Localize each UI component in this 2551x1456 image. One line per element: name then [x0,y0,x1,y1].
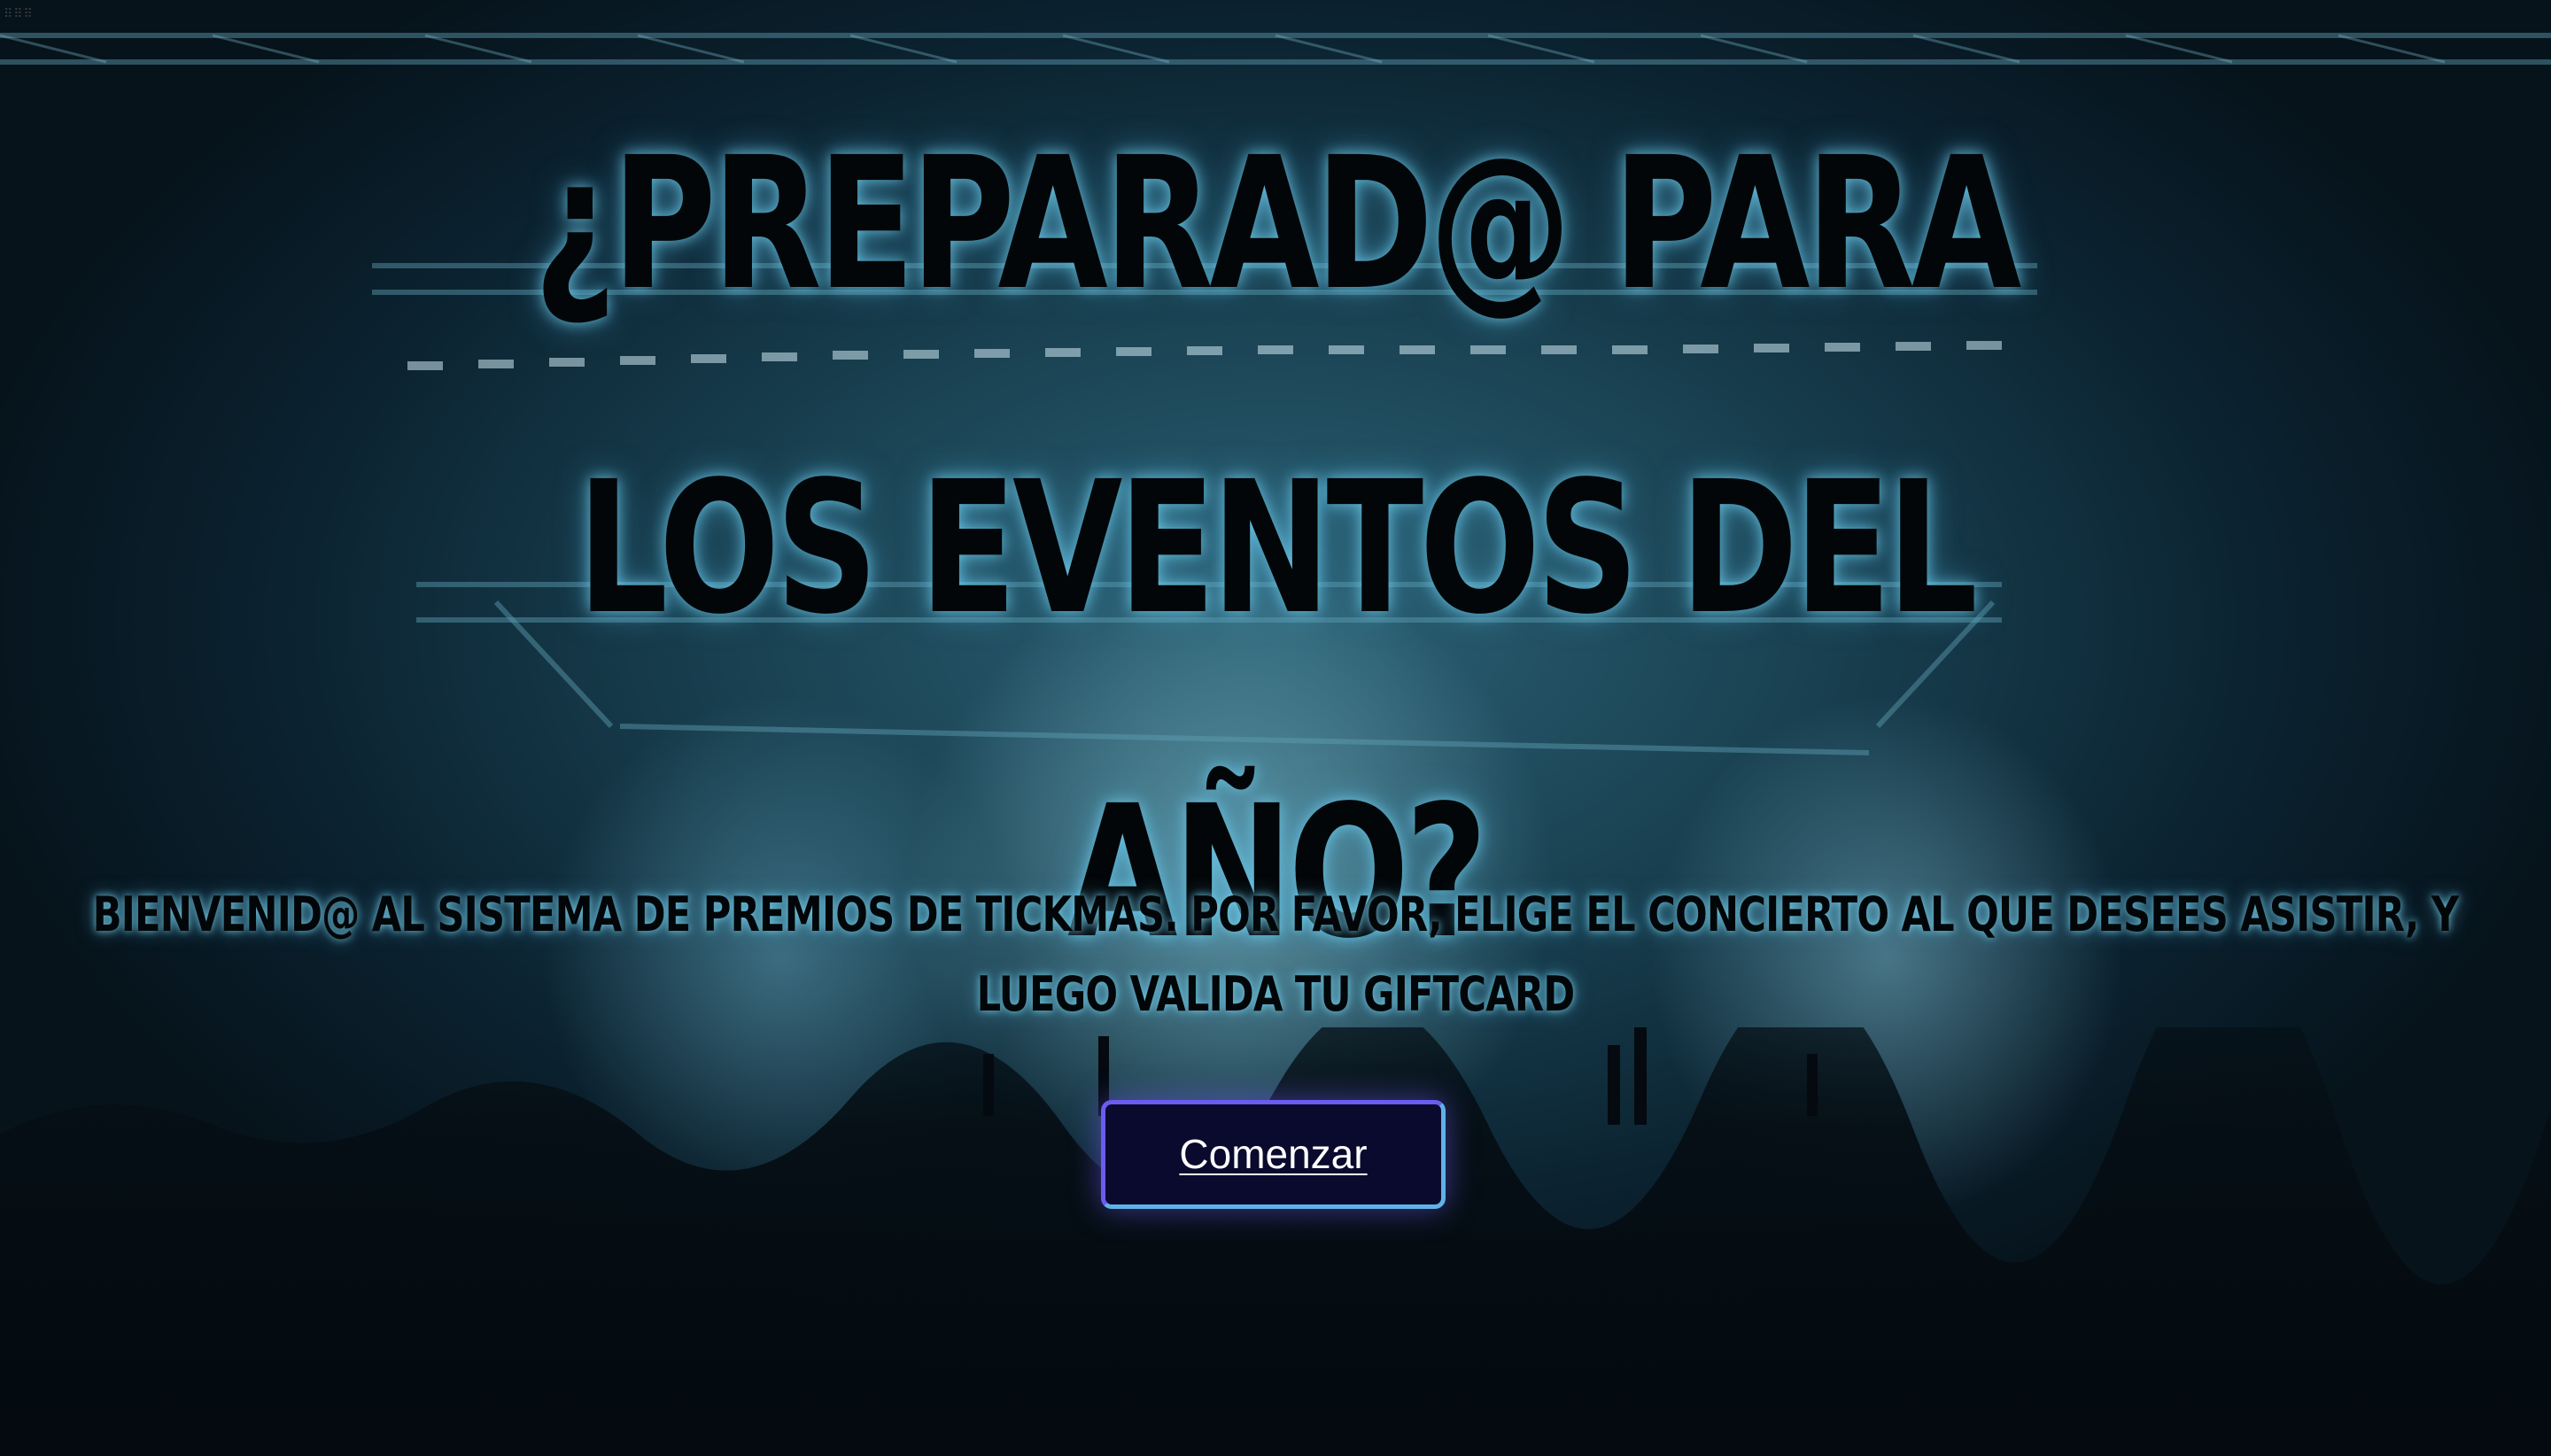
corner-handle-icon: ⠿⠿⠿ [4,7,34,21]
hero-subtitle: BIENVENID@ AL SISTEMA DE PREMIOS DE TICK… [35,875,2516,1034]
landing-page: ⠿⠿⠿ ¿PREPARAD@ PARA LOS EVENTOS DEL AÑO?… [0,0,2551,1456]
crowd-silhouette [0,1027,2551,1456]
start-button[interactable]: Comenzar [1101,1100,1446,1209]
hero-subtitle-text: BIENVENID@ AL SISTEMA DE PREMIOS DE TICK… [92,887,2460,1022]
